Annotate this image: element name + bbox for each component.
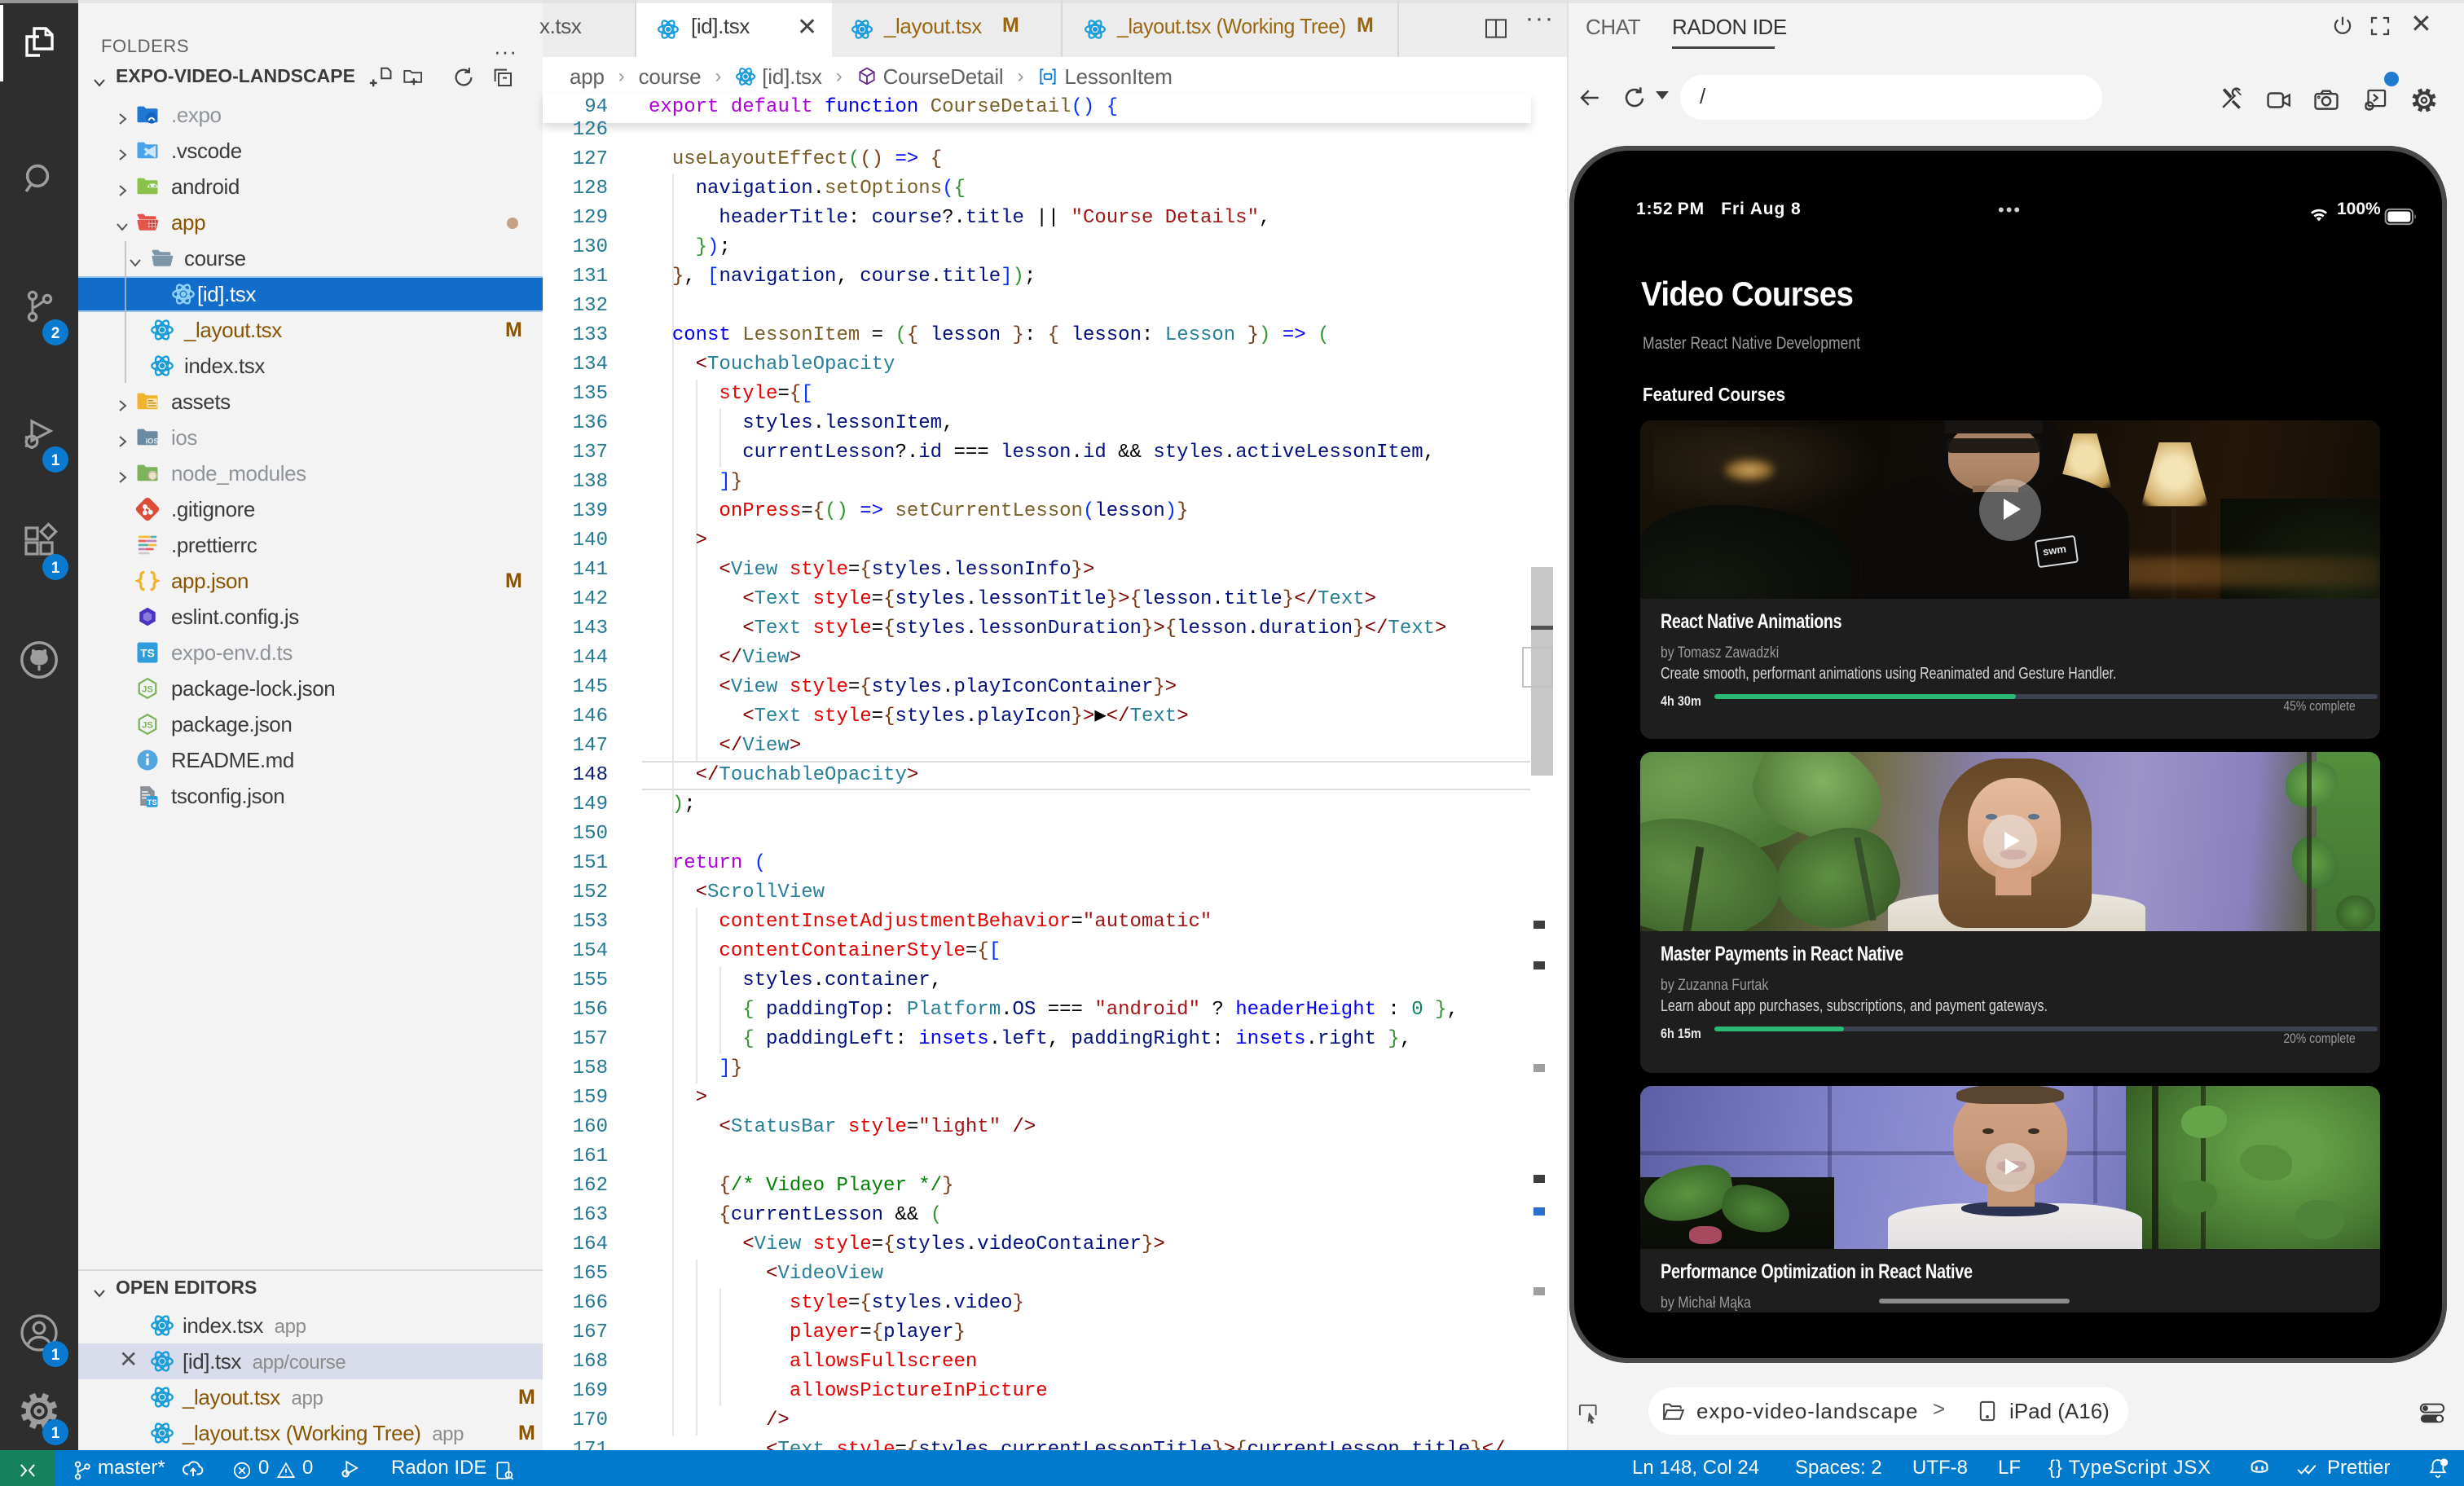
svg-text:1: 1	[51, 452, 60, 469]
svg-text:1: 1	[51, 1425, 60, 1442]
svg-text:TS: TS	[140, 648, 155, 660]
svg-text:1: 1	[51, 1347, 60, 1364]
svg-text:iOS: iOS	[146, 437, 159, 446]
svg-text:JS: JS	[142, 684, 153, 694]
svg-text:JS: JS	[142, 720, 153, 730]
svg-text:TS: TS	[147, 798, 157, 807]
svg-text:1: 1	[51, 560, 60, 577]
svg-text:2: 2	[51, 325, 60, 342]
